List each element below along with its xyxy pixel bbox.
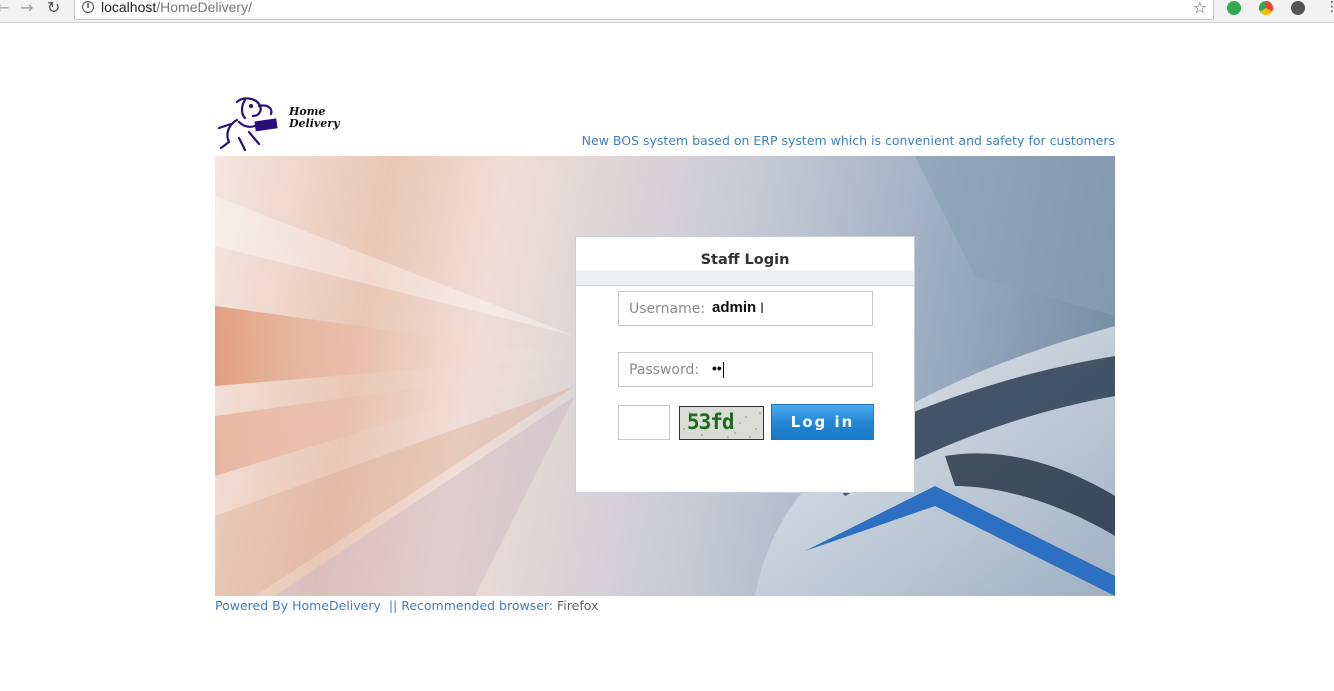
- password-value: ••: [712, 360, 722, 376]
- extension-chrome-icon[interactable]: [1259, 1, 1273, 15]
- site-info-icon[interactable]: i: [82, 1, 94, 13]
- tagline: New BOS system based on ERP system which…: [581, 133, 1115, 148]
- extension-compass-icon[interactable]: [1291, 1, 1305, 15]
- powered-by-link[interactable]: Powered By HomeDelivery: [215, 598, 381, 613]
- login-panel: Staff Login Username: admin I Password: …: [575, 236, 915, 493]
- password-field[interactable]: Password: ••: [618, 352, 873, 387]
- login-title: Staff Login: [700, 252, 790, 268]
- login-button[interactable]: Log in: [771, 404, 874, 440]
- address-bar[interactable]: i localhost/HomeDelivery/ ☆: [74, 0, 1214, 20]
- input-caret: [723, 362, 724, 378]
- username-field[interactable]: Username: admin I: [618, 291, 873, 326]
- captcha-input[interactable]: [618, 405, 670, 440]
- forward-arrow-icon[interactable]: →: [20, 0, 33, 18]
- url-host: localhost: [101, 0, 157, 15]
- username-label: Username:: [629, 301, 706, 317]
- dog-logo-icon: [217, 97, 278, 152]
- recommended-browser-name: Firefox: [557, 598, 599, 613]
- bookmark-star-icon[interactable]: ☆: [1193, 0, 1207, 17]
- url-text: localhost/HomeDelivery/: [101, 0, 252, 15]
- captcha-text: 53fd: [687, 410, 735, 434]
- logo-text: Home Delivery: [289, 106, 339, 130]
- footer: Powered By HomeDelivery || Recommended b…: [215, 598, 598, 613]
- captcha-image[interactable]: 53fd: [679, 406, 764, 440]
- text-cursor-icon: I: [760, 301, 765, 317]
- username-value: admin: [712, 299, 757, 316]
- browser-menu-icon[interactable]: ⋮: [1325, 0, 1334, 14]
- recommended-browser-text: || Recommended browser:: [380, 598, 558, 613]
- logo: Home Delivery: [215, 94, 375, 152]
- password-label: Password:: [629, 362, 700, 378]
- url-path: /HomeDelivery/: [156, 0, 252, 15]
- reload-icon[interactable]: ↻: [47, 0, 60, 18]
- back-arrow-icon[interactable]: ←: [0, 0, 9, 18]
- browser-toolbar: ← → ↻ i localhost/HomeDelivery/ ☆ ⋮: [0, 0, 1334, 23]
- login-header: Staff Login: [576, 237, 914, 286]
- logo-line-2: Delivery: [289, 117, 340, 130]
- extension-green-icon[interactable]: [1227, 1, 1241, 15]
